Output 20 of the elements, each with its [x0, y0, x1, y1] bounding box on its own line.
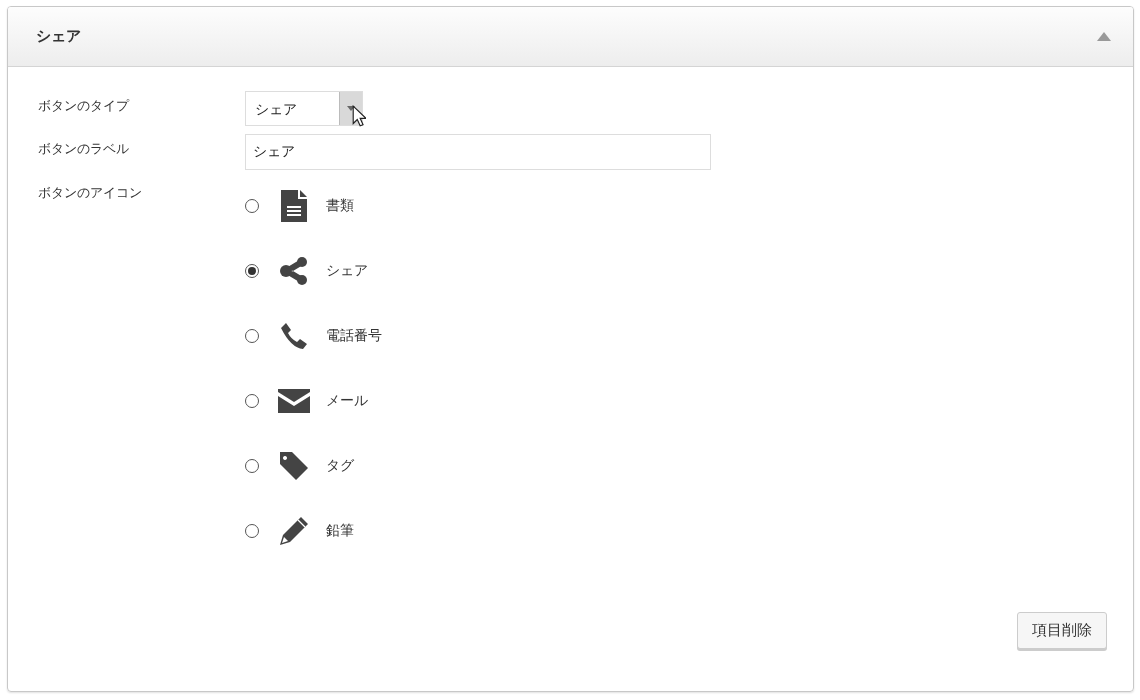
- option-label: 電話番号: [326, 327, 382, 345]
- phone-icon: [281, 323, 307, 349]
- field-label: ボタンのタイプ: [38, 97, 131, 115]
- mouse-cursor-icon: [352, 105, 366, 127]
- panel-header[interactable]: シェア: [8, 7, 1133, 67]
- field-label: ボタンのアイコン: [38, 184, 143, 202]
- tag-icon: [280, 452, 308, 480]
- envelope-icon: [278, 389, 310, 413]
- pencil-icon: [280, 517, 308, 545]
- label-input[interactable]: シェア: [245, 134, 711, 170]
- share-icon: [280, 257, 308, 285]
- delete-button[interactable]: 項目削除: [1017, 612, 1107, 649]
- panel-title: シェア: [36, 27, 81, 46]
- document-icon: [281, 190, 307, 222]
- field-label: ボタンのラベル: [38, 140, 130, 158]
- option-label: シェア: [326, 262, 368, 280]
- option-label: タグ: [326, 457, 354, 475]
- option-label: 書類: [326, 197, 354, 215]
- option-label: 鉛筆: [326, 522, 354, 540]
- option-label: メール: [326, 392, 368, 410]
